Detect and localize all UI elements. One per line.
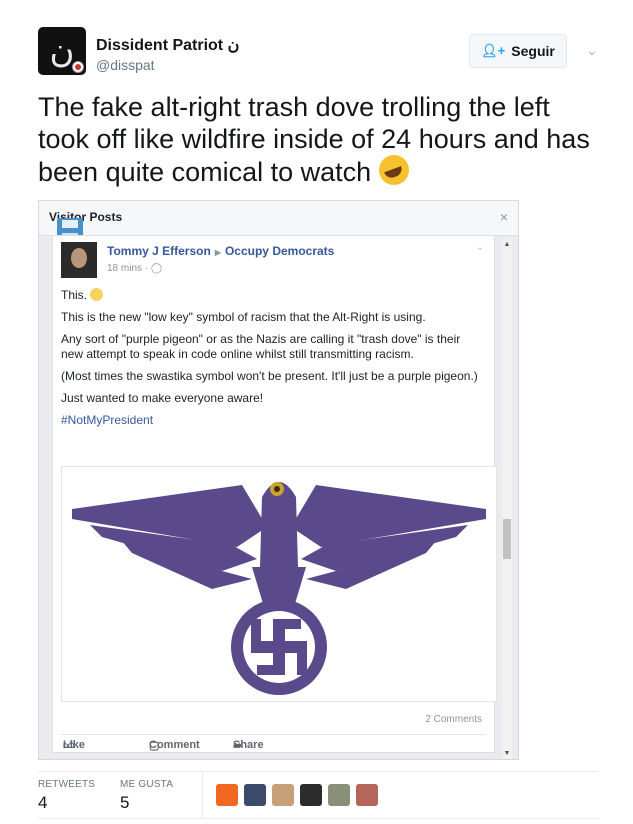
retweets-count[interactable]: 4	[38, 793, 47, 813]
avatar-badge	[72, 61, 84, 73]
stats-divider-bottom	[38, 818, 598, 819]
post-actions: 👍︎ Like ▢ Comment ➦ Share	[63, 739, 264, 752]
post-time: 18 mins · ◯	[107, 263, 163, 274]
post-author-name: Tommy J Efferson	[107, 244, 211, 258]
post-line: This.	[61, 288, 481, 303]
globe-icon: ◯	[150, 263, 163, 274]
embedded-image[interactable]: Visitor Posts × Tommy J Efferson ▶ Occupy …	[38, 200, 519, 760]
liker-avatar[interactable]	[328, 784, 350, 806]
retweets-label: RETWEETS	[38, 779, 96, 790]
post-line: (Most times the swastika symbol won't be…	[61, 369, 478, 383]
scroll-up-icon: ▲	[503, 241, 511, 248]
triangle-right-icon: ▶	[214, 248, 221, 257]
post-line: Just wanted to make everyone aware!	[61, 391, 264, 405]
tweet-body: The fake alt-right trash dove trolling t…	[38, 92, 590, 187]
post-author-line: Tommy J Efferson ▶ Occupy Democrats	[107, 244, 334, 258]
post-time-text: 18 mins	[107, 263, 143, 274]
follow-user-icon: 👤︎+	[481, 43, 506, 58]
scroll-down-icon: ▼	[503, 750, 511, 757]
stats-separator	[202, 772, 203, 818]
post-author-avatar	[61, 242, 97, 278]
panel-header: Visitor Posts ×	[39, 201, 518, 236]
post-body: This. This is the new "low key" symbol o…	[61, 288, 481, 435]
likes-label: ME GUSTA	[120, 779, 174, 790]
rofl-emoji-icon	[378, 155, 409, 185]
likes-count[interactable]: 5	[120, 793, 129, 813]
post-hashtag: #NotMyPresident	[61, 413, 154, 427]
author-avatar[interactable]: ن	[38, 27, 86, 75]
post-options-chevron-icon: ⌄	[475, 242, 484, 253]
author-name[interactable]: Dissident Patriot ن	[96, 35, 239, 55]
stats-divider-top	[38, 771, 598, 772]
close-icon: ×	[499, 209, 508, 225]
comments-count: 2 Comments	[425, 714, 482, 725]
post-line: This is the new "low key" symbol of raci…	[61, 310, 426, 324]
scrollbar: ▲ ▼	[502, 239, 512, 759]
liker-avatar[interactable]	[244, 784, 266, 806]
author-handle[interactable]: @disspat	[96, 57, 155, 73]
eagle-emblem-image	[61, 466, 497, 702]
tweet-text: The fake alt-right trash dove trolling t…	[38, 91, 598, 188]
liker-avatar[interactable]	[272, 784, 294, 806]
scroll-thumb	[503, 519, 511, 559]
post-line: Any sort of "purple pigeon" or as the Na…	[61, 332, 461, 361]
liker-avatar[interactable]	[356, 784, 378, 806]
follow-label: Seguir	[511, 43, 555, 59]
divider	[61, 734, 486, 735]
liker-avatar[interactable]	[300, 784, 322, 806]
post-target-page: Occupy Democrats	[224, 244, 335, 258]
chevron-down-icon[interactable]: ⌄	[584, 42, 600, 58]
smile-emoji-icon	[90, 288, 104, 301]
facebook-post: Tommy J Efferson ▶ Occupy Democrats 18 min…	[52, 235, 497, 753]
follow-button[interactable]: 👤︎+ Seguir	[469, 34, 567, 68]
liker-avatar[interactable]	[216, 784, 238, 806]
